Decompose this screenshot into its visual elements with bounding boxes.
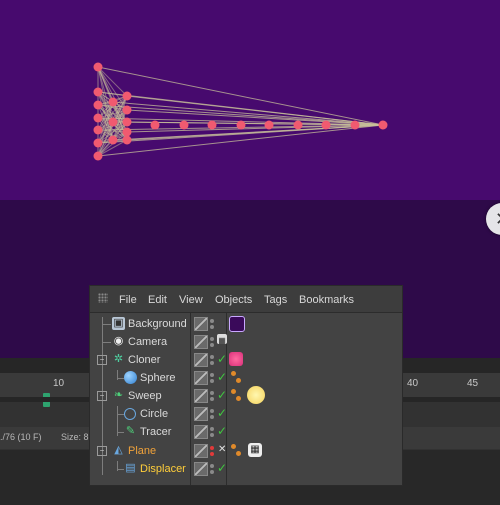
scene-node: [122, 127, 132, 137]
material-tag-icon[interactable]: [247, 386, 265, 404]
object-row-circle[interactable]: Circle ✓: [90, 405, 402, 423]
menu-bookmarks[interactable]: Bookmarks: [299, 294, 354, 306]
scene-node: [122, 105, 132, 115]
scene-node: [93, 151, 103, 161]
layer-icon[interactable]: [194, 371, 208, 385]
enabled-check-icon[interactable]: ✓: [217, 461, 227, 475]
enabled-check-icon[interactable]: ✓: [217, 388, 227, 402]
scene-node: [321, 120, 331, 130]
enabled-check-icon[interactable]: ✓: [217, 352, 227, 366]
scene-node: [122, 117, 132, 127]
tracer-icon: ✎: [125, 425, 136, 437]
layer-icon[interactable]: [194, 407, 208, 421]
object-manager[interactable]: File Edit View Objects Tags Bookmarks ▣ …: [89, 285, 403, 486]
scene-node: [378, 120, 388, 130]
object-name[interactable]: Plane: [128, 445, 156, 457]
object-name[interactable]: Circle: [140, 408, 168, 420]
layer-icon[interactable]: [194, 353, 208, 367]
scene-node: [179, 120, 189, 130]
layer-icon[interactable]: [194, 462, 208, 476]
layer-icon[interactable]: [194, 444, 208, 458]
disabled-x-icon[interactable]: ✕: [218, 444, 226, 455]
sphere-icon: [124, 371, 137, 384]
scene-node: [93, 100, 103, 110]
object-row-displacer[interactable]: ▤ Displacer ✓: [90, 460, 402, 478]
menu-objects[interactable]: Objects: [215, 294, 252, 306]
protection-tag-icon[interactable]: ▦: [217, 334, 227, 345]
scene-node: [93, 62, 103, 72]
object-row-camera[interactable]: ◉ Camera ▦: [90, 333, 402, 351]
checker-tag-icon[interactable]: ▦: [248, 443, 262, 457]
object-name[interactable]: Displacer: [140, 463, 186, 475]
scene-node: [293, 120, 303, 130]
object-name[interactable]: Camera: [128, 336, 167, 348]
tag-icon[interactable]: [231, 371, 236, 376]
panel-grip-icon[interactable]: [98, 293, 108, 303]
ruler-label-40: 40: [407, 378, 419, 389]
object-row-cloner[interactable]: − ✲ Cloner ✓: [90, 351, 402, 369]
enabled-check-icon[interactable]: ✓: [217, 370, 227, 384]
material-tag-icon[interactable]: [229, 316, 245, 332]
frame-info: ./76 (10 F): [0, 432, 42, 442]
scene-node: [93, 87, 103, 97]
plane-icon: ◭: [114, 444, 123, 456]
scene-node: [93, 113, 103, 123]
ruler-label-10: 10: [53, 378, 65, 389]
menu-tags[interactable]: Tags: [264, 294, 287, 306]
object-manager-menubar: File Edit View Objects Tags Bookmarks: [90, 286, 402, 313]
object-row-tracer[interactable]: ✎ Tracer ✓: [90, 423, 402, 441]
tag-icon[interactable]: [231, 444, 236, 449]
scene-edge: [126, 95, 384, 126]
object-row-sphere[interactable]: Sphere ✓: [90, 369, 402, 387]
scene-node: [108, 135, 118, 145]
menu-file[interactable]: File: [119, 294, 137, 306]
scene-node: [93, 125, 103, 135]
collapse-icon[interactable]: −: [97, 391, 107, 401]
enabled-check-icon[interactable]: ✓: [217, 406, 227, 420]
collapse-icon[interactable]: −: [97, 446, 107, 456]
scene-node: [108, 117, 118, 127]
background-icon: ▣: [112, 317, 125, 330]
object-row-plane[interactable]: − ◭ Plane ✕ ▦: [90, 442, 402, 460]
layer-icon[interactable]: [194, 335, 208, 349]
material-tag-icon[interactable]: [229, 352, 243, 366]
scene-node: [122, 91, 132, 101]
size-info: Size: 8: [61, 432, 89, 442]
object-name[interactable]: Background: [128, 318, 187, 330]
scene-node: [122, 135, 132, 145]
sweep-icon: ❧: [113, 389, 124, 401]
camera-icon: ◉: [113, 335, 124, 347]
scene-node: [108, 97, 118, 107]
scene-node: [264, 120, 274, 130]
layer-icon[interactable]: [194, 317, 208, 331]
object-name[interactable]: Cloner: [128, 354, 160, 366]
scene-node: [207, 120, 217, 130]
object-name[interactable]: Sphere: [140, 372, 175, 384]
object-name[interactable]: Sweep: [128, 390, 162, 402]
collapse-icon[interactable]: −: [97, 355, 107, 365]
tag-icon[interactable]: [236, 451, 241, 456]
tag-icon[interactable]: [236, 396, 241, 401]
scene-node: [150, 120, 160, 130]
cloner-icon: ✲: [113, 353, 124, 365]
menu-edit[interactable]: Edit: [148, 294, 167, 306]
menu-view[interactable]: View: [179, 294, 203, 306]
tag-icon[interactable]: [236, 378, 241, 383]
scene-node: [350, 120, 360, 130]
displacer-icon: ▤: [125, 462, 136, 474]
scene-node: [93, 138, 103, 148]
ruler-label-45: 45: [467, 378, 479, 389]
layer-icon[interactable]: [194, 425, 208, 439]
circle-spline-icon: [124, 408, 136, 420]
scene-node: [236, 120, 246, 130]
object-name[interactable]: Tracer: [140, 426, 171, 438]
enabled-check-icon[interactable]: ✓: [217, 424, 227, 438]
object-row-background[interactable]: ▣ Background: [90, 315, 402, 333]
object-row-sweep[interactable]: − ❧ Sweep ✓: [90, 386, 402, 405]
layer-icon[interactable]: [194, 389, 208, 403]
tag-icon[interactable]: [231, 389, 236, 394]
